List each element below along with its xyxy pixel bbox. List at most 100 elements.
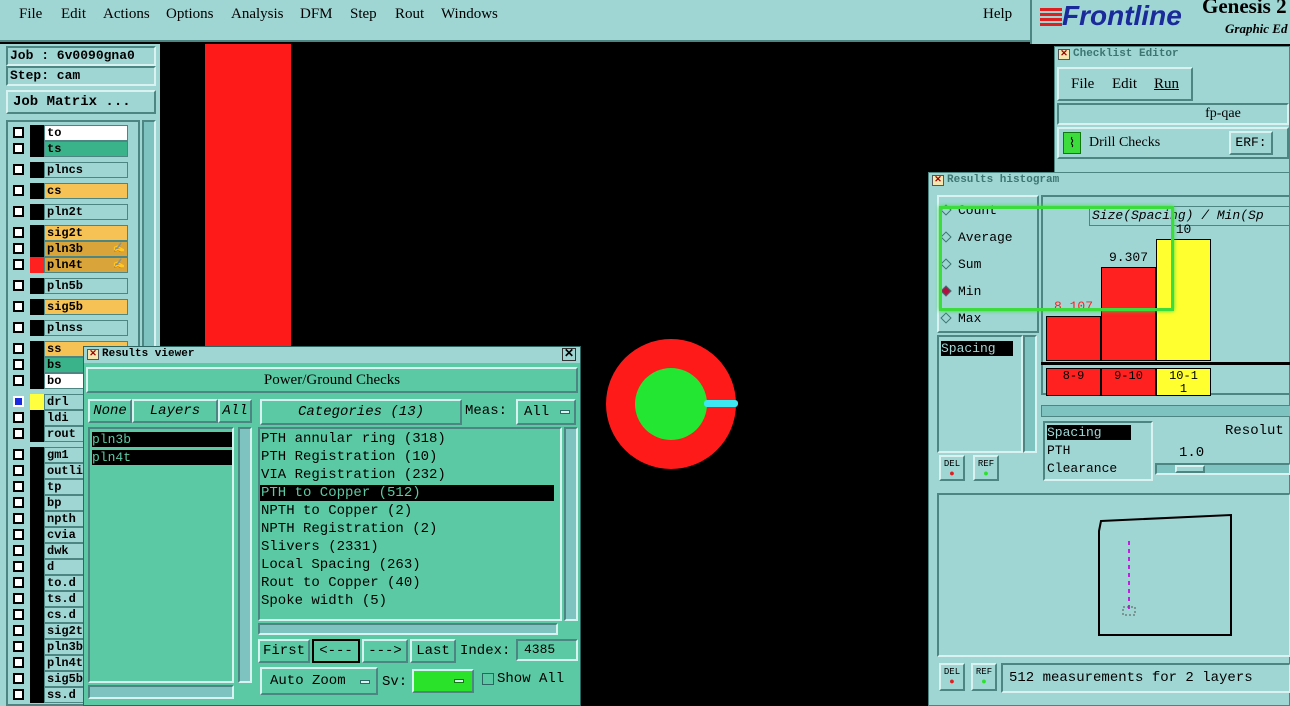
layer-color-swatch[interactable] bbox=[30, 162, 44, 178]
checklist-menu-edit[interactable]: Edit bbox=[1112, 76, 1137, 93]
layer-row[interactable]: pln2t bbox=[10, 204, 130, 220]
attr-scrollbar[interactable] bbox=[1023, 335, 1037, 453]
layer-row[interactable]: plnss bbox=[10, 320, 130, 336]
layer-visibility-checkbox[interactable] bbox=[13, 322, 24, 333]
next-button[interactable]: ---> bbox=[362, 639, 408, 663]
layer-color-swatch[interactable] bbox=[30, 373, 44, 389]
category-item[interactable]: Local Spacing (263) bbox=[260, 557, 554, 573]
layer-visibility-checkbox[interactable] bbox=[13, 561, 24, 572]
category-item[interactable]: PTH annular ring (318) bbox=[260, 431, 554, 447]
layer-row[interactable]: pln4t ✍ bbox=[10, 257, 130, 273]
layer-visibility-checkbox[interactable] bbox=[13, 143, 24, 154]
layer-visibility-checkbox[interactable] bbox=[13, 529, 24, 540]
layer-visibility-checkbox[interactable] bbox=[13, 481, 24, 492]
layer-visibility-checkbox[interactable] bbox=[13, 243, 24, 254]
layer-row[interactable]: cs bbox=[10, 183, 130, 199]
layer-visibility-checkbox[interactable] bbox=[13, 497, 24, 508]
erf-button[interactable]: ERF: bbox=[1229, 131, 1273, 155]
none-button[interactable]: None bbox=[88, 399, 132, 423]
resolution-slider[interactable] bbox=[1155, 463, 1290, 475]
layer-color-swatch[interactable] bbox=[30, 639, 44, 655]
bottom-attr-clearance[interactable]: Clearance bbox=[1047, 461, 1117, 476]
category-item[interactable]: Slivers (2331) bbox=[260, 539, 554, 555]
auto-zoom-button[interactable]: Auto Zoom bbox=[260, 667, 378, 695]
layer-row[interactable]: to bbox=[10, 125, 130, 141]
categories-button[interactable]: Categories (13) bbox=[260, 399, 462, 425]
layer-color-swatch[interactable] bbox=[30, 543, 44, 559]
attr-item-spacing[interactable]: Spacing bbox=[941, 341, 1013, 356]
layer-color-swatch[interactable] bbox=[30, 125, 44, 141]
menu-rout[interactable]: Rout bbox=[395, 6, 424, 23]
layer-visibility-checkbox[interactable] bbox=[13, 609, 24, 620]
resolution-slider-thumb[interactable] bbox=[1175, 465, 1205, 473]
category-item[interactable]: Rout to Copper (40) bbox=[260, 575, 554, 591]
layer-color-swatch[interactable] bbox=[30, 320, 44, 336]
layer-row[interactable]: plncs bbox=[10, 162, 130, 178]
layer-item-pln3b[interactable]: pln3b bbox=[92, 432, 232, 447]
layer-visibility-checkbox[interactable] bbox=[13, 657, 24, 668]
bottom-attr-listbox[interactable]: Spacing PTH Clearance bbox=[1043, 421, 1153, 481]
layer-visibility-checkbox[interactable] bbox=[13, 359, 24, 370]
show-all-checkbox[interactable] bbox=[482, 673, 494, 685]
layer-name[interactable]: to bbox=[44, 125, 128, 141]
layer-visibility-checkbox[interactable] bbox=[13, 259, 24, 270]
layer-color-swatch[interactable] bbox=[30, 527, 44, 543]
layer-color-swatch[interactable] bbox=[30, 241, 44, 257]
layer-visibility-checkbox[interactable] bbox=[13, 127, 24, 138]
layer-name[interactable]: plnss bbox=[44, 320, 128, 336]
histogram-bar[interactable] bbox=[1046, 316, 1101, 361]
layer-color-swatch[interactable] bbox=[30, 559, 44, 575]
layer-color-swatch[interactable] bbox=[30, 183, 44, 199]
layer-row[interactable]: sig2t bbox=[10, 225, 130, 241]
layer-color-swatch[interactable] bbox=[30, 479, 44, 495]
menu-analysis[interactable]: Analysis bbox=[231, 6, 284, 23]
category-item[interactable]: NPTH Registration (2) bbox=[260, 521, 554, 537]
layer-visibility-checkbox[interactable] bbox=[13, 513, 24, 524]
layers-listbox[interactable]: pln3b pln4t bbox=[88, 427, 234, 683]
window-menu-icon[interactable]: ✕ bbox=[932, 175, 944, 186]
layer-name[interactable]: sig5b bbox=[44, 299, 128, 315]
histogram-titlebar[interactable]: ✕ Results histogram bbox=[929, 173, 1289, 189]
layers-scrollbar[interactable] bbox=[238, 427, 252, 683]
layer-name[interactable]: cs bbox=[44, 183, 128, 199]
category-item[interactable]: Spoke width (5) bbox=[260, 593, 554, 609]
layers-button[interactable]: Layers bbox=[132, 399, 218, 423]
layer-name[interactable]: sig2t bbox=[44, 225, 128, 241]
layer-color-swatch[interactable] bbox=[30, 257, 44, 273]
layer-color-swatch[interactable] bbox=[30, 671, 44, 687]
layer-color-swatch[interactable] bbox=[30, 655, 44, 671]
window-menu-icon[interactable]: ✕ bbox=[87, 349, 99, 360]
layer-visibility-checkbox[interactable] bbox=[13, 689, 24, 700]
bottom-attr-spacing[interactable]: Spacing bbox=[1047, 425, 1131, 440]
ref-button-top[interactable]: REF ● bbox=[973, 455, 999, 481]
layer-visibility-checkbox[interactable] bbox=[13, 465, 24, 476]
sv-color-dropdown[interactable] bbox=[412, 669, 474, 693]
layer-visibility-checkbox[interactable] bbox=[13, 396, 24, 407]
layer-name[interactable]: pln5b bbox=[44, 278, 128, 294]
checklist-menu-file[interactable]: File bbox=[1071, 76, 1094, 93]
layer-color-swatch[interactable] bbox=[30, 357, 44, 373]
layer-visibility-checkbox[interactable] bbox=[13, 593, 24, 604]
layer-row[interactable]: pln3b ✍ bbox=[10, 241, 130, 257]
category-item[interactable]: VIA Registration (232) bbox=[260, 467, 554, 483]
layer-visibility-checkbox[interactable] bbox=[13, 428, 24, 439]
attr-listbox[interactable]: Spacing bbox=[937, 335, 1023, 453]
layer-visibility-checkbox[interactable] bbox=[13, 227, 24, 238]
menu-edit[interactable]: Edit bbox=[61, 6, 86, 23]
layer-color-swatch[interactable] bbox=[30, 394, 44, 410]
drill-checks-row[interactable]: ⌇ Drill Checks ERF: bbox=[1057, 127, 1289, 159]
layer-color-swatch[interactable] bbox=[30, 623, 44, 639]
menu-actions[interactable]: Actions bbox=[103, 6, 150, 23]
menu-dfm[interactable]: DFM bbox=[300, 6, 333, 23]
layer-visibility-checkbox[interactable] bbox=[13, 673, 24, 684]
menu-help[interactable]: Help bbox=[983, 6, 1012, 23]
layer-color-swatch[interactable] bbox=[30, 575, 44, 591]
layer-visibility-checkbox[interactable] bbox=[13, 206, 24, 217]
layer-visibility-checkbox[interactable] bbox=[13, 280, 24, 291]
histogram-hscrollbar[interactable] bbox=[1041, 405, 1290, 417]
layer-color-swatch[interactable] bbox=[30, 447, 44, 463]
prev-button[interactable]: <--- bbox=[312, 639, 360, 663]
category-item[interactable]: PTH to Copper (512) bbox=[260, 485, 554, 501]
layer-name[interactable]: ts bbox=[44, 141, 128, 157]
layer-visibility-checkbox[interactable] bbox=[13, 412, 24, 423]
